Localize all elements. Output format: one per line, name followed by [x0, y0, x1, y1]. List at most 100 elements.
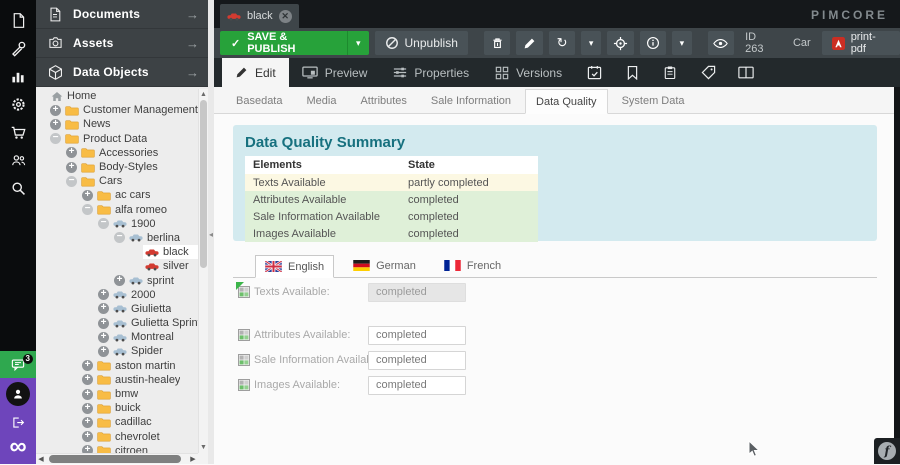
delete-button[interactable]	[484, 31, 511, 55]
tree-item-accessories[interactable]: +Accessories	[36, 146, 198, 160]
rename-button[interactable]	[516, 31, 543, 55]
scrollbar-thumb[interactable]	[200, 100, 207, 268]
tab-bookmark[interactable]	[613, 58, 651, 87]
tab-tag[interactable]	[689, 58, 727, 87]
subtab-basedata[interactable]: Basedata	[226, 88, 292, 113]
collapse-icon[interactable]: −	[50, 133, 61, 144]
lang-tab-french[interactable]: French	[435, 254, 510, 277]
reports-icon[interactable]	[0, 62, 36, 90]
scroll-left-icon[interactable]: ◀	[36, 454, 46, 465]
tree-item-ac-cars[interactable]: +ac cars	[36, 188, 198, 202]
collapse-icon[interactable]: −	[98, 218, 109, 229]
settings-icon[interactable]	[0, 90, 36, 118]
tools-icon[interactable]	[0, 34, 36, 62]
tree-item-buick[interactable]: +buick	[36, 401, 198, 415]
expand-icon[interactable]: +	[50, 119, 61, 130]
expand-icon[interactable]: +	[98, 289, 109, 300]
tab-columns[interactable]	[727, 58, 765, 87]
collapse-icon[interactable]: −	[66, 176, 77, 187]
info-options-caret[interactable]: ▾	[672, 31, 692, 55]
expand-icon[interactable]: +	[98, 332, 109, 343]
tree-item-2000[interactable]: +2000	[36, 288, 198, 302]
tree-item-cars[interactable]: −Cars	[36, 174, 198, 188]
expand-icon[interactable]: +	[114, 275, 125, 286]
tab-edit[interactable]: Edit	[222, 58, 289, 87]
tab-properties[interactable]: Properties	[380, 58, 482, 87]
user-avatar[interactable]	[6, 382, 30, 406]
tree-vertical-scrollbar[interactable]: ▲ ▼	[198, 89, 208, 453]
subtab-sale-information[interactable]: Sale Information	[421, 88, 521, 113]
tree-item-black[interactable]: black	[36, 245, 198, 259]
tab-preview[interactable]: Preview	[289, 58, 381, 87]
panel-splitter[interactable]: ◂	[208, 0, 214, 464]
expand-icon[interactable]: +	[98, 303, 109, 314]
tree-item-aston-martin[interactable]: +aston martin	[36, 359, 198, 373]
file-icon[interactable]	[0, 6, 36, 34]
ecommerce-icon[interactable]	[0, 118, 36, 146]
logout-icon[interactable]	[6, 412, 30, 432]
tree-item-sprint[interactable]: +sprint	[36, 273, 198, 287]
scroll-right-icon[interactable]: ▶	[188, 454, 198, 465]
search-icon[interactable]	[0, 174, 36, 202]
expand-icon[interactable]: +	[82, 445, 93, 453]
tree-item-berlina[interactable]: −berlina	[36, 231, 198, 245]
subtab-system-data[interactable]: System Data	[612, 88, 695, 113]
subtab-attributes[interactable]: Attributes	[350, 88, 416, 113]
scroll-up-icon[interactable]: ▲	[199, 90, 208, 99]
close-icon[interactable]: ✕	[279, 10, 292, 23]
notifications-button[interactable]: 3	[0, 351, 36, 378]
expand-icon[interactable]: +	[66, 147, 77, 158]
tree-item-silver[interactable]: silver	[36, 259, 198, 273]
field-input-sale-information-available[interactable]	[368, 351, 466, 370]
tree-item-customer-management[interactable]: +Customer Management	[36, 103, 198, 117]
tree-item-citroen[interactable]: +citroen	[36, 444, 198, 453]
pimcore-infinity-logo[interactable]: ∞	[9, 435, 26, 459]
debug-profiler-badge[interactable]: f	[874, 438, 900, 464]
customers-icon[interactable]	[0, 146, 36, 174]
expand-icon[interactable]: +	[82, 360, 93, 371]
accordion-data-objects[interactable]: Data Objects →	[36, 58, 208, 87]
tree-item-product-data[interactable]: −Product Data	[36, 132, 198, 146]
save-options-caret[interactable]: ▾	[347, 31, 369, 55]
accordion-documents[interactable]: Documents →	[36, 0, 208, 29]
expand-icon[interactable]: +	[82, 190, 93, 201]
tree-item-gulietta-sprint-specia[interactable]: +Gulietta Sprint Specia	[36, 316, 198, 330]
expand-icon[interactable]: +	[98, 346, 109, 357]
lang-tab-german[interactable]: German	[344, 254, 425, 277]
tree-item-news[interactable]: +News	[36, 117, 198, 131]
info-button[interactable]	[640, 31, 667, 55]
collapse-icon[interactable]: −	[114, 232, 125, 243]
tree-horizontal-scrollbar[interactable]: ◀ ▶	[36, 453, 198, 464]
print-pdf-button[interactable]: print-pdf	[822, 31, 900, 55]
tree-item-home[interactable]: Home	[36, 89, 198, 103]
expand-icon[interactable]: +	[98, 318, 109, 329]
reload-options-caret[interactable]: ▾	[581, 31, 601, 55]
scroll-down-icon[interactable]: ▼	[199, 443, 208, 452]
subtab-data-quality[interactable]: Data Quality	[525, 89, 608, 114]
collapse-icon[interactable]: −	[82, 204, 93, 215]
reload-button[interactable]: ↻	[549, 31, 576, 55]
locate-in-tree-button[interactable]	[607, 31, 634, 55]
tree-item-montreal[interactable]: +Montreal	[36, 330, 198, 344]
tree-item-austin-healey[interactable]: +austin-healey	[36, 373, 198, 387]
save-publish-button[interactable]: ✓ SAVE & PUBLISH ▾	[220, 31, 369, 55]
tab-calendar[interactable]	[575, 58, 613, 87]
expand-icon[interactable]: +	[82, 417, 93, 428]
tree-item-alfa-romeo[interactable]: −alfa romeo	[36, 203, 198, 217]
expand-icon[interactable]: +	[82, 389, 93, 400]
tree-item-cadillac[interactable]: +cadillac	[36, 415, 198, 429]
collapse-panel-icon[interactable]: ◂	[208, 230, 214, 240]
tree-item-1900[interactable]: −1900	[36, 217, 198, 231]
unpublish-button[interactable]: Unpublish	[375, 31, 468, 55]
expand-icon[interactable]: +	[82, 374, 93, 385]
subtab-media[interactable]: Media	[296, 88, 346, 113]
field-input-images-available[interactable]	[368, 376, 466, 395]
field-input-attributes-available[interactable]	[368, 326, 466, 345]
preview-eye-button[interactable]	[708, 31, 735, 55]
tab-clipboard[interactable]	[651, 58, 689, 87]
field-input-texts-available[interactable]	[368, 283, 466, 302]
tree-item-body-styles[interactable]: +Body-Styles	[36, 160, 198, 174]
tree-item-giulietta[interactable]: +Giulietta	[36, 302, 198, 316]
expand-icon[interactable]: +	[82, 403, 93, 414]
lang-tab-english[interactable]: English	[255, 255, 334, 278]
